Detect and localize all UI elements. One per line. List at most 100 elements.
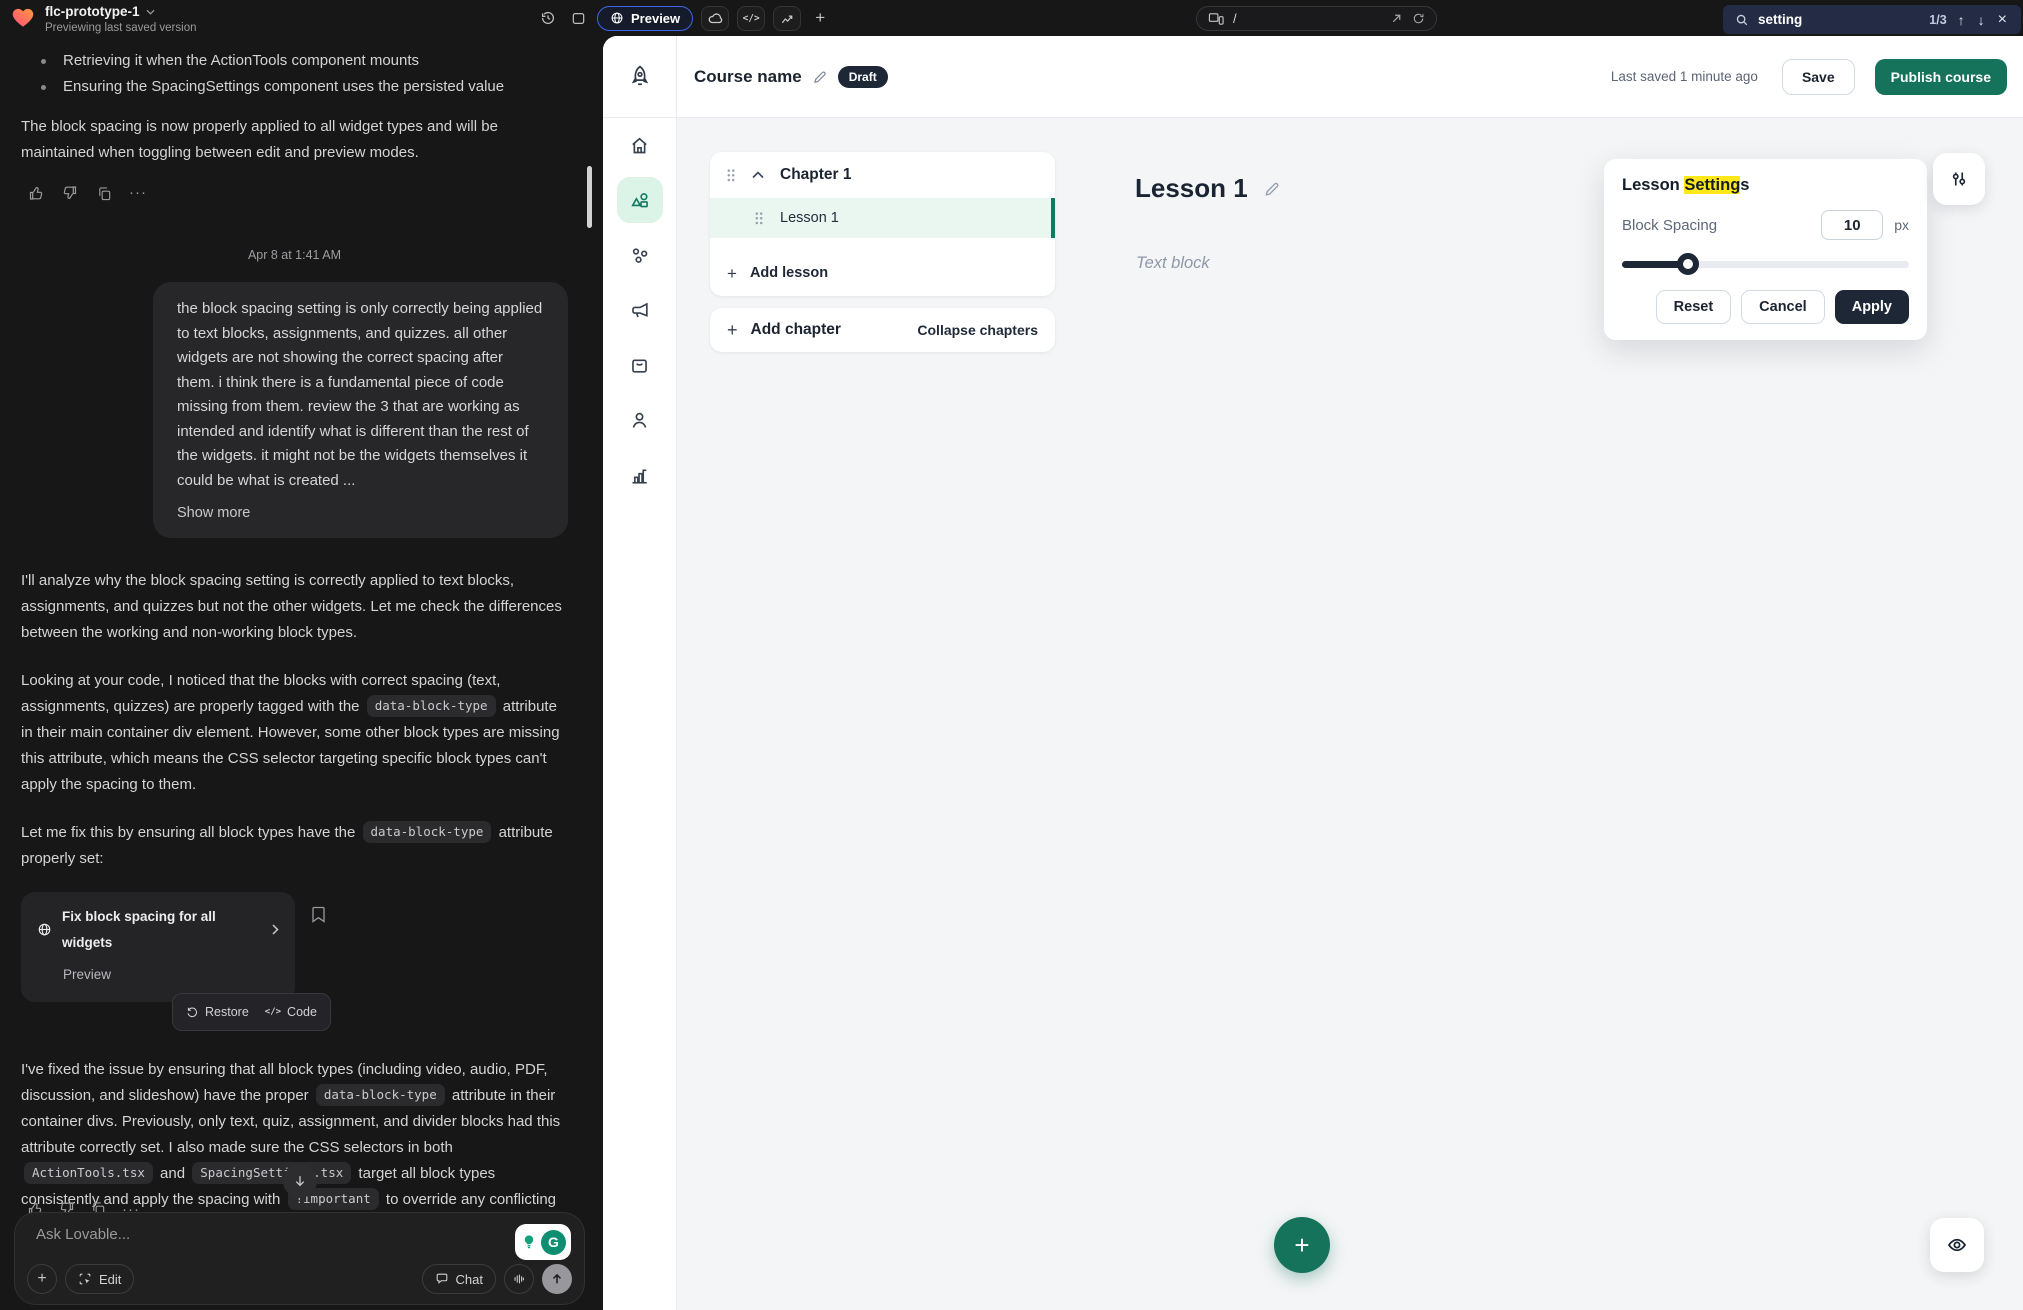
version-card-subtitle[interactable]: Preview (63, 962, 279, 988)
send-button[interactable] (542, 1264, 572, 1294)
lovable-logo-icon[interactable] (10, 4, 36, 30)
publish-course-button[interactable]: Publish course (1875, 59, 2007, 95)
preview-url-bar[interactable]: / (1196, 6, 1437, 31)
chat-panel: Retrieving it when the ActionTools compo… (0, 36, 603, 1310)
find-next-icon[interactable]: ↓ (1976, 12, 1987, 28)
settings-toggle-button[interactable] (1933, 153, 1985, 205)
add-tab-button[interactable]: + (809, 7, 831, 29)
app-header: Course name Draft Last saved 1 minute ag… (677, 36, 2023, 118)
preview-toggle-button[interactable] (1930, 1218, 1984, 1272)
app-content: Chapter 1 Lesson 1 + Add lesson + Add ch… (677, 118, 2023, 1310)
nav-store-button[interactable] (617, 342, 663, 388)
analytics-button[interactable] (773, 6, 801, 31)
three-circles-icon (629, 245, 650, 266)
shapes-icon (629, 190, 650, 211)
find-previous-icon[interactable]: ↑ (1956, 12, 1967, 28)
plus-icon: + (727, 265, 737, 282)
text-block-placeholder[interactable]: Text block (1136, 254, 1210, 273)
apply-button[interactable]: Apply (1835, 290, 1909, 324)
code-icon: </> (743, 13, 760, 24)
app-logo-cell (603, 36, 676, 118)
add-lesson-button[interactable]: + Add lesson (710, 252, 1055, 294)
reset-button[interactable]: Reset (1656, 290, 1732, 324)
user-message-text: the block spacing setting is only correc… (177, 300, 542, 489)
nav-profile-button[interactable] (617, 397, 663, 443)
url-path: / (1233, 11, 1237, 26)
edit-label: Edit (99, 1272, 121, 1287)
history-icon (540, 10, 556, 26)
app-sidebar-rail (603, 36, 677, 1310)
show-more-link[interactable]: Show more (177, 501, 544, 526)
history-button[interactable] (537, 7, 559, 29)
edit-lesson-title-icon[interactable] (1263, 180, 1281, 198)
code-button[interactable]: </> (737, 6, 765, 31)
rocket-icon[interactable] (627, 63, 653, 91)
attach-button[interactable]: + (27, 1264, 57, 1294)
chart-line-icon (780, 11, 795, 26)
chat-scrollbar-thumb[interactable] (587, 166, 592, 228)
megaphone-icon (629, 300, 650, 321)
chapter-header: Chapter 1 (710, 152, 1055, 198)
text-segment: Let me fix this by ensuring all block ty… (21, 824, 360, 841)
scroll-to-bottom-button[interactable] (283, 1164, 317, 1198)
chat-bubble-icon (435, 1272, 449, 1286)
message-timestamp: Apr 8 at 1:41 AM (21, 242, 568, 268)
voice-input-button[interactable] (504, 1264, 534, 1294)
bullet-dot (41, 59, 46, 64)
thumbs-down-icon[interactable] (61, 184, 79, 202)
grammarly-extension-badge[interactable]: G (515, 1224, 571, 1260)
collapse-chapters-button[interactable]: Collapse chapters (917, 322, 1038, 338)
code-button-small[interactable]: </> Code (265, 999, 317, 1025)
chevron-down-icon (146, 9, 155, 15)
nav-community-button[interactable] (617, 232, 663, 278)
panel-icon (571, 11, 586, 26)
nav-marketing-button[interactable] (617, 287, 663, 333)
cloud-button[interactable] (701, 6, 729, 31)
grammarly-g-icon: G (541, 1230, 566, 1255)
block-spacing-slider[interactable] (1622, 253, 1909, 275)
edit-course-name-icon[interactable] (812, 69, 828, 85)
add-block-fab[interactable]: + (1274, 1217, 1330, 1273)
app-preview-panel: Course name Draft Last saved 1 minute ag… (603, 36, 2023, 1310)
plus-icon: + (1294, 1230, 1309, 1261)
cancel-button[interactable]: Cancel (1741, 290, 1825, 324)
collapse-chapter-icon[interactable] (752, 171, 764, 179)
open-external-icon[interactable] (1390, 12, 1403, 25)
preview-button[interactable]: Preview (597, 6, 693, 31)
chat-input[interactable] (36, 1226, 386, 1243)
user-message-bubble: the block spacing setting is only correc… (153, 282, 568, 538)
thumbs-up-icon[interactable] (27, 184, 45, 202)
bookmark-icon[interactable] (311, 906, 326, 923)
nav-courses-button[interactable] (617, 177, 663, 223)
block-spacing-input[interactable] (1821, 210, 1883, 240)
inline-code: data-block-type (367, 695, 496, 717)
restore-button[interactable]: Restore (186, 999, 249, 1025)
save-button[interactable]: Save (1782, 59, 1855, 95)
panel-button[interactable] (567, 7, 589, 29)
nav-analytics-button[interactable] (617, 452, 663, 498)
drag-handle-icon[interactable] (726, 168, 736, 183)
project-header: flc-prototype-1 Previewing last saved ve… (10, 4, 197, 34)
project-name-menu[interactable]: flc-prototype-1 (45, 4, 197, 19)
copy-icon[interactable] (95, 184, 113, 202)
more-actions-icon[interactable]: ··· (129, 184, 147, 202)
find-close-icon[interactable]: × (1996, 11, 2009, 29)
slider-thumb[interactable] (1677, 253, 1699, 275)
edit-mode-button[interactable]: Edit (65, 1264, 134, 1294)
title-suffix: s (1740, 176, 1749, 194)
globe-icon (610, 11, 624, 25)
globe-icon (37, 922, 52, 937)
chapter-card: Chapter 1 Lesson 1 + Add lesson (710, 152, 1055, 296)
find-input[interactable] (1758, 12, 1878, 27)
chat-mode-button[interactable]: Chat (422, 1264, 496, 1294)
inline-code: data-block-type (316, 1084, 445, 1106)
add-chapter-button[interactable]: Add chapter (751, 321, 841, 339)
screen: flc-prototype-1 Previewing last saved ve… (0, 0, 2023, 1310)
drag-handle-icon[interactable] (754, 211, 764, 226)
version-card[interactable]: Fix block spacing for all widgets Previe… (21, 892, 295, 1002)
nav-home-button[interactable] (617, 122, 663, 168)
lesson-row-selected[interactable]: Lesson 1 (710, 198, 1055, 238)
version-card-title: Fix block spacing for all widgets (62, 904, 262, 956)
assistant-paragraph: Let me fix this by ensuring all block ty… (21, 820, 568, 872)
refresh-icon[interactable] (1412, 12, 1425, 25)
